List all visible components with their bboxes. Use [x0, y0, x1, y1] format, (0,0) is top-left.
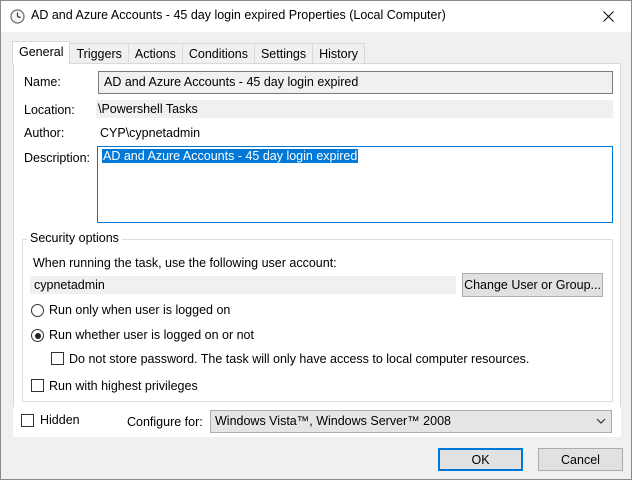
- configure-for-value: Windows Vista™, Windows Server™ 2008: [215, 414, 451, 428]
- run-logged-on-radio[interactable]: [31, 304, 44, 317]
- general-panel: Name: AD and Azure Accounts - 45 day log…: [13, 63, 621, 408]
- properties-dialog: AD and Azure Accounts - 45 day login exp…: [0, 0, 632, 480]
- configure-for-dropdown[interactable]: Windows Vista™, Windows Server™ 2008: [210, 410, 612, 433]
- author-label: Author:: [24, 126, 65, 140]
- description-field[interactable]: AD and Azure Accounts - 45 day login exp…: [97, 146, 613, 223]
- hidden-checkbox[interactable]: [21, 414, 34, 427]
- description-text: AD and Azure Accounts - 45 day login exp…: [102, 149, 359, 163]
- close-button[interactable]: [585, 1, 631, 32]
- run-whether-label[interactable]: Run whether user is logged on or not: [49, 328, 254, 342]
- chevron-down-icon: [596, 418, 606, 424]
- run-logged-on-label[interactable]: Run only when user is logged on: [49, 303, 230, 317]
- ok-button[interactable]: OK: [438, 448, 523, 471]
- highest-privileges-label[interactable]: Run with highest privileges: [49, 379, 198, 393]
- tab-settings[interactable]: Settings: [253, 43, 314, 64]
- tab-actions[interactable]: Actions: [127, 43, 183, 64]
- hidden-label[interactable]: Hidden: [40, 413, 80, 427]
- tab-strip: General Triggers Actions Conditions Sett…: [12, 41, 366, 64]
- tab-general[interactable]: General: [12, 41, 71, 64]
- highest-privileges-checkbox[interactable]: [31, 379, 44, 392]
- title-bar: AD and Azure Accounts - 45 day login exp…: [1, 1, 631, 32]
- cancel-button[interactable]: Cancel: [538, 448, 623, 471]
- location-label: Location:: [24, 103, 75, 117]
- location-value: \Powershell Tasks: [96, 100, 613, 118]
- change-user-button[interactable]: Change User or Group...: [462, 273, 603, 297]
- tab-triggers[interactable]: Triggers: [69, 43, 129, 64]
- window-title: AD and Azure Accounts - 45 day login exp…: [31, 8, 446, 22]
- tab-conditions[interactable]: Conditions: [181, 43, 255, 64]
- name-field[interactable]: AD and Azure Accounts - 45 day login exp…: [98, 71, 613, 94]
- security-options-title: Security options: [27, 231, 122, 245]
- configure-for-label: Configure for:: [127, 415, 203, 429]
- run-whether-radio[interactable]: [31, 329, 44, 342]
- no-store-password-checkbox[interactable]: [51, 352, 64, 365]
- description-label: Description:: [24, 151, 90, 165]
- author-value: CYP\cypnetadmin: [100, 126, 201, 140]
- tab-history[interactable]: History: [312, 43, 366, 64]
- no-store-password-label[interactable]: Do not store password. The task will onl…: [69, 352, 529, 366]
- user-account-value: cypnetadmin: [30, 276, 456, 294]
- account-prompt: When running the task, use the following…: [33, 256, 337, 270]
- task-clock-icon: [10, 9, 25, 24]
- name-label: Name:: [24, 75, 61, 89]
- close-icon: [602, 11, 614, 22]
